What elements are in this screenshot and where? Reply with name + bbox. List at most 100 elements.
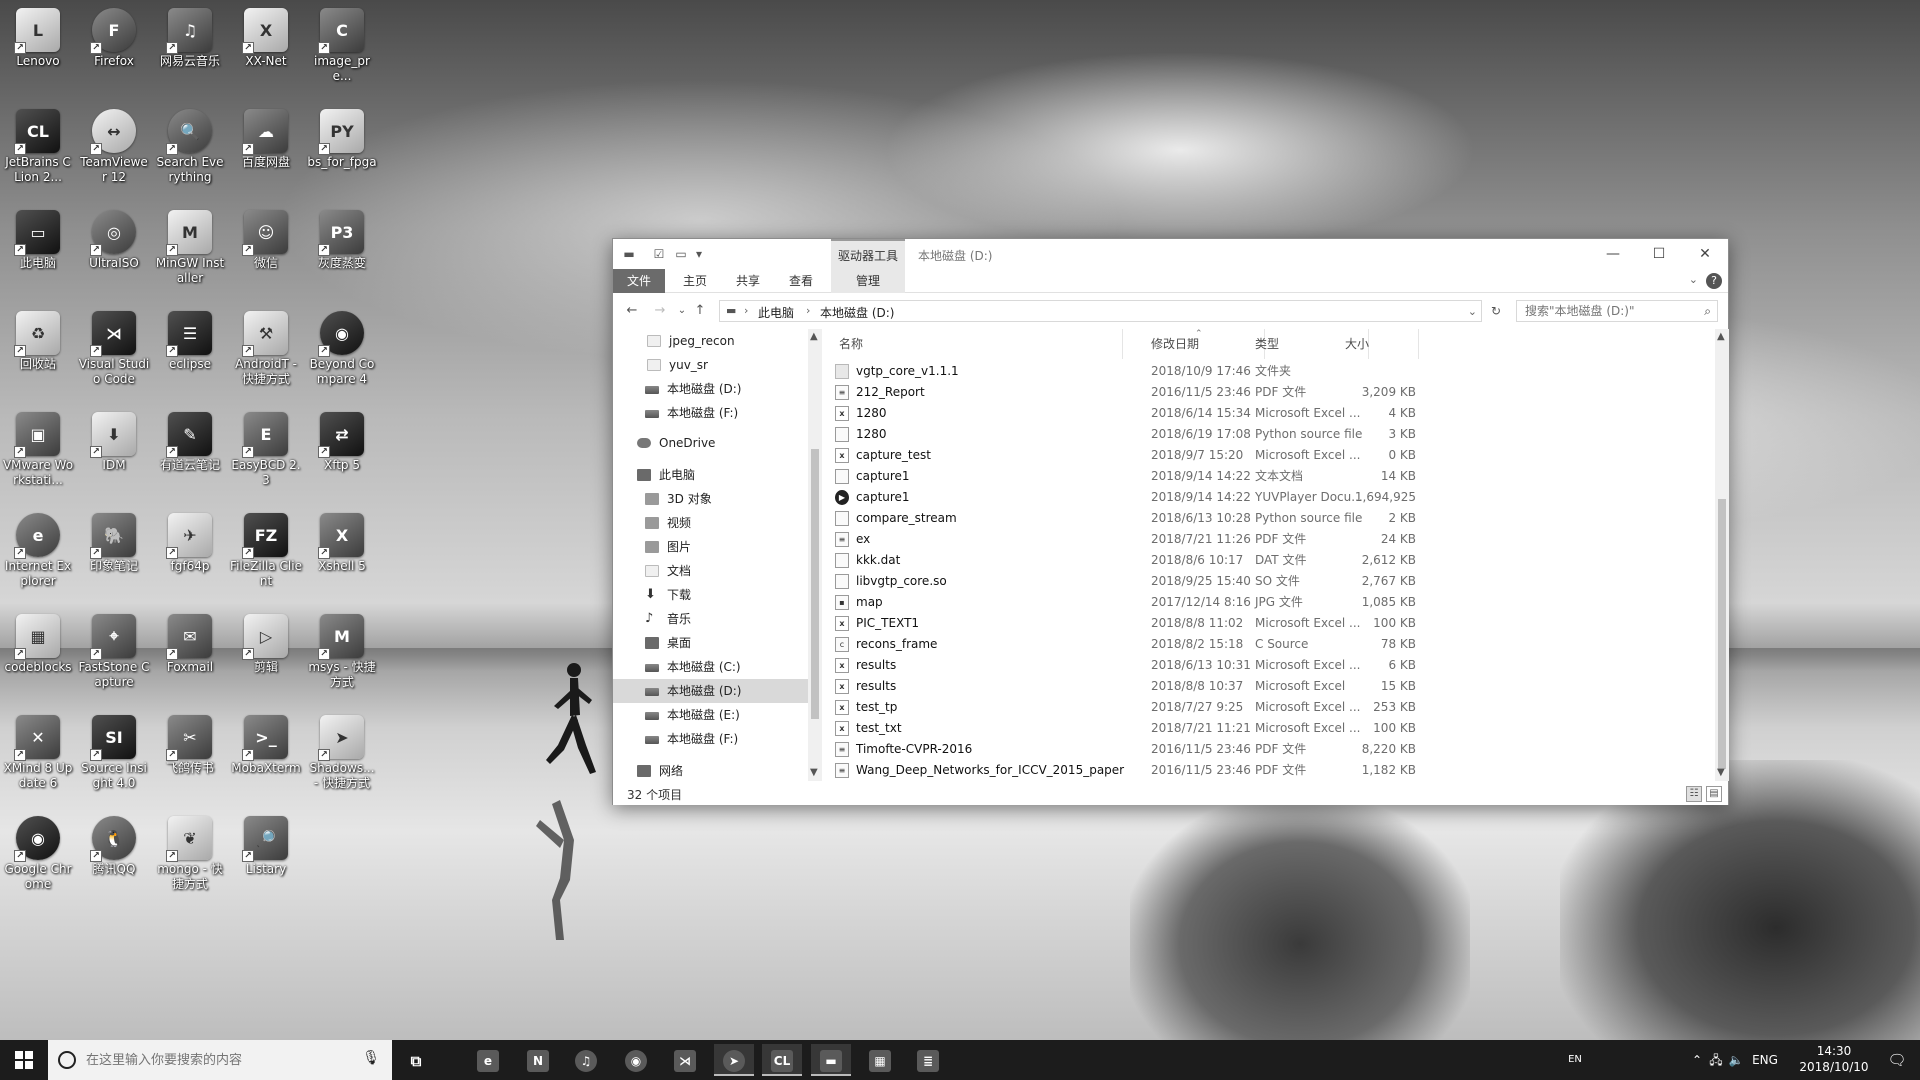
desktop-icon[interactable]: ✈ ↗ fgf64p [152, 509, 228, 605]
desktop-icon[interactable]: FZ ↗ FileZilla Client [228, 509, 304, 605]
tab-share[interactable]: 共享 [728, 269, 768, 293]
details-view-icon[interactable]: ☷ [1686, 786, 1702, 802]
taskbar-search-input[interactable] [86, 1050, 356, 1070]
scroll-down-icon[interactable]: ▼ [810, 767, 818, 778]
recent-locations-icon[interactable]: ⌄ [673, 303, 691, 319]
nav-item[interactable]: 桌面 [613, 631, 808, 655]
language-indicator[interactable]: ENG [1750, 1040, 1780, 1080]
file-row[interactable]: ≡ Wang_Deep_Networks_for_ICCV_2015_paper 2… [823, 760, 1713, 781]
desktop-icon[interactable]: ⬇ ↗ IDM [76, 408, 152, 504]
desktop-icon[interactable]: ⚒ ↗ AndroidT - 快捷方式 [228, 307, 304, 403]
ribbon-expand-icon[interactable]: ⌄ [1689, 273, 1698, 286]
taskbar-app-button[interactable]: ≣ [908, 1044, 948, 1076]
desktop-icon[interactable]: ☰ ↗ eclipse [152, 307, 228, 403]
nav-item[interactable]: 3D 对象 [613, 487, 808, 511]
nav-item[interactable]: 本地磁盘 (D:) [613, 377, 808, 401]
desktop-icon[interactable]: >_ ↗ MobaXterm [228, 711, 304, 807]
nav-item[interactable]: 此电脑 [613, 463, 808, 487]
nav-item[interactable]: 本地磁盘 (D:) [613, 679, 808, 703]
taskbar-app-button[interactable]: N [518, 1044, 558, 1076]
nav-scrollbar-thumb[interactable] [811, 449, 819, 719]
nav-item[interactable]: 本地磁盘 (C:) [613, 655, 808, 679]
file-row[interactable]: x capture_test 2018/9/7 15:20 Microsoft Exc… [823, 445, 1713, 466]
desktop-icon[interactable]: 🔍 ↗ Search Everything [152, 105, 228, 201]
nav-item[interactable]: yuv_sr [613, 353, 808, 377]
nav-item[interactable]: 本地磁盘 (E:) [613, 703, 808, 727]
nav-item[interactable]: 网络 [613, 759, 808, 781]
search-box[interactable]: ⌕ [1516, 300, 1718, 322]
scroll-up-icon[interactable]: ▲ [810, 331, 818, 342]
file-row[interactable]: x 1280 2018/6/14 15:34 Microsoft Excel ... 4… [823, 403, 1713, 424]
desktop-icon[interactable]: e ↗ Internet Explorer [0, 509, 76, 605]
clock[interactable]: 14:30 2018/10/10 [1794, 1043, 1874, 1075]
help-icon[interactable]: ? [1706, 273, 1722, 289]
desktop-icon[interactable]: P3 ↗ 灰度蒸变 [304, 206, 380, 302]
nav-item[interactable]: OneDrive [613, 431, 808, 455]
desktop-icon[interactable]: ☺ ↗ 微信 [228, 206, 304, 302]
file-row[interactable]: 1280 2018/6/19 17:08 Python source file 3 K… [823, 424, 1713, 445]
start-button[interactable] [0, 1040, 48, 1080]
desktop-icon[interactable]: ▣ ↗ VMware Workstati... [0, 408, 76, 504]
properties-icon[interactable]: ☑ [651, 246, 667, 262]
forward-icon[interactable]: → [651, 303, 669, 319]
file-row[interactable]: ▪ map 2017/12/14 8:16 JPG 文件 1,085 KB [823, 592, 1713, 613]
file-row[interactable]: c recons_frame 2018/8/2 15:18 C Source 78 KB [823, 634, 1713, 655]
large-icons-view-icon[interactable]: ▤ [1706, 786, 1722, 802]
nav-item[interactable]: ⬇ 下载 [613, 583, 808, 607]
desktop-icon[interactable]: ♫ ↗ 网易云音乐 [152, 4, 228, 100]
file-row[interactable]: ≡ ex 2018/7/21 11:26 PDF 文件 24 KB [823, 529, 1713, 550]
volume-icon[interactable]: 🔈 [1726, 1040, 1746, 1080]
desktop-icon[interactable]: ⇄ ↗ Xftp 5 [304, 408, 380, 504]
desktop-icon[interactable]: SI ↗ Source Insight 4.0 [76, 711, 152, 807]
desktop-icon[interactable]: ◉ ↗ Google Chrome [0, 812, 76, 908]
file-row[interactable]: capture1 2018/9/14 14:22 文本文档 14 KB [823, 466, 1713, 487]
file-list-scrollbar-thumb[interactable] [1718, 499, 1726, 769]
desktop-icon[interactable]: 🔎 ↗ Listary [228, 812, 304, 908]
back-icon[interactable]: ← [623, 303, 641, 319]
file-row[interactable]: ≡ 212_Report 2016/11/5 23:46 PDF 文件 3,209 KB [823, 382, 1713, 403]
desktop-icon[interactable]: ▭ ↗ 此电脑 [0, 206, 76, 302]
nav-item[interactable]: 本地磁盘 (F:) [613, 727, 808, 751]
desktop-icon[interactable]: ❦ ↗ mongo - 快捷方式 [152, 812, 228, 908]
taskbar-app-button[interactable]: ▬ [811, 1044, 851, 1076]
file-row[interactable]: x test_tp 2018/7/27 9:25 Microsoft Excel ..… [823, 697, 1713, 718]
desktop-icon[interactable]: 🐘 ↗ 印象笔记 [76, 509, 152, 605]
chevron-down-icon[interactable]: ⌄ [1468, 305, 1477, 318]
taskbar-app-button[interactable]: ▦ [860, 1044, 900, 1076]
tab-home[interactable]: 主页 [675, 269, 715, 293]
desktop-icon[interactable]: ⋊ ↗ Visual Studio Code [76, 307, 152, 403]
search-input[interactable] [1517, 301, 1687, 321]
refresh-icon[interactable]: ↻ [1487, 303, 1505, 319]
action-center-icon[interactable]: 🗨 [1882, 1040, 1912, 1080]
breadcrumb-this-pc[interactable]: 此电脑 [758, 304, 794, 321]
microphone-icon[interactable]: 🎙 [362, 1050, 380, 1066]
new-folder-icon[interactable]: ▭ [673, 246, 689, 262]
nav-item[interactable]: 文档 [613, 559, 808, 583]
desktop-icon[interactable]: ♻ ↗ 回收站 [0, 307, 76, 403]
taskbar-search[interactable]: 🎙 [48, 1040, 392, 1080]
ime-indicator[interactable]: EN [1560, 1040, 1590, 1080]
desktop-icon[interactable]: CL ↗ JetBrains CLion 2... [0, 105, 76, 201]
desktop-icon[interactable]: ✂ ↗ 飞鸽传书 [152, 711, 228, 807]
tab-file[interactable]: 文件 [613, 269, 665, 293]
file-row[interactable]: x test_txt 2018/7/21 11:21 Microsoft Excel … [823, 718, 1713, 739]
desktop-icon[interactable]: ◎ ↗ UltraISO [76, 206, 152, 302]
desktop-icon[interactable]: ▷ ↗ 剪辑 [228, 610, 304, 706]
network-icon[interactable]: 🖧 [1706, 1040, 1726, 1080]
taskbar-app-button[interactable]: ◉ [616, 1044, 656, 1076]
file-row[interactable]: ≡ Timofte-CVPR-2016 2016/11/5 23:46 PDF 文件 8… [823, 739, 1713, 760]
up-icon[interactable]: ↑ [691, 303, 709, 319]
desktop-icon[interactable]: PY ↗ bs_for_fpga [304, 105, 380, 201]
column-name[interactable]: 名称 [823, 329, 1123, 359]
tab-view[interactable]: 查看 [781, 269, 821, 293]
desktop-icon[interactable]: ◉ ↗ Beyond Compare 4 [304, 307, 380, 403]
file-row[interactable]: x PIC_TEXT1 2018/8/8 11:02 Microsoft Excel … [823, 613, 1713, 634]
search-icon[interactable]: ⌕ [1704, 304, 1711, 319]
desktop-icon[interactable]: M ↗ MinGW Installer [152, 206, 228, 302]
address-bar[interactable]: ▬ › 此电脑 › 本地磁盘 (D:) ⌄ [719, 300, 1482, 322]
desktop-icon[interactable]: ➤ ↗ Shadows... - 快捷方式 [304, 711, 380, 807]
quick-access-dropdown-icon[interactable]: ▾ [691, 246, 707, 262]
taskbar-app-button[interactable]: CL [762, 1044, 802, 1076]
nav-item[interactable]: 本地磁盘 (F:) [613, 401, 808, 425]
scroll-up-icon[interactable]: ▲ [1717, 331, 1725, 342]
